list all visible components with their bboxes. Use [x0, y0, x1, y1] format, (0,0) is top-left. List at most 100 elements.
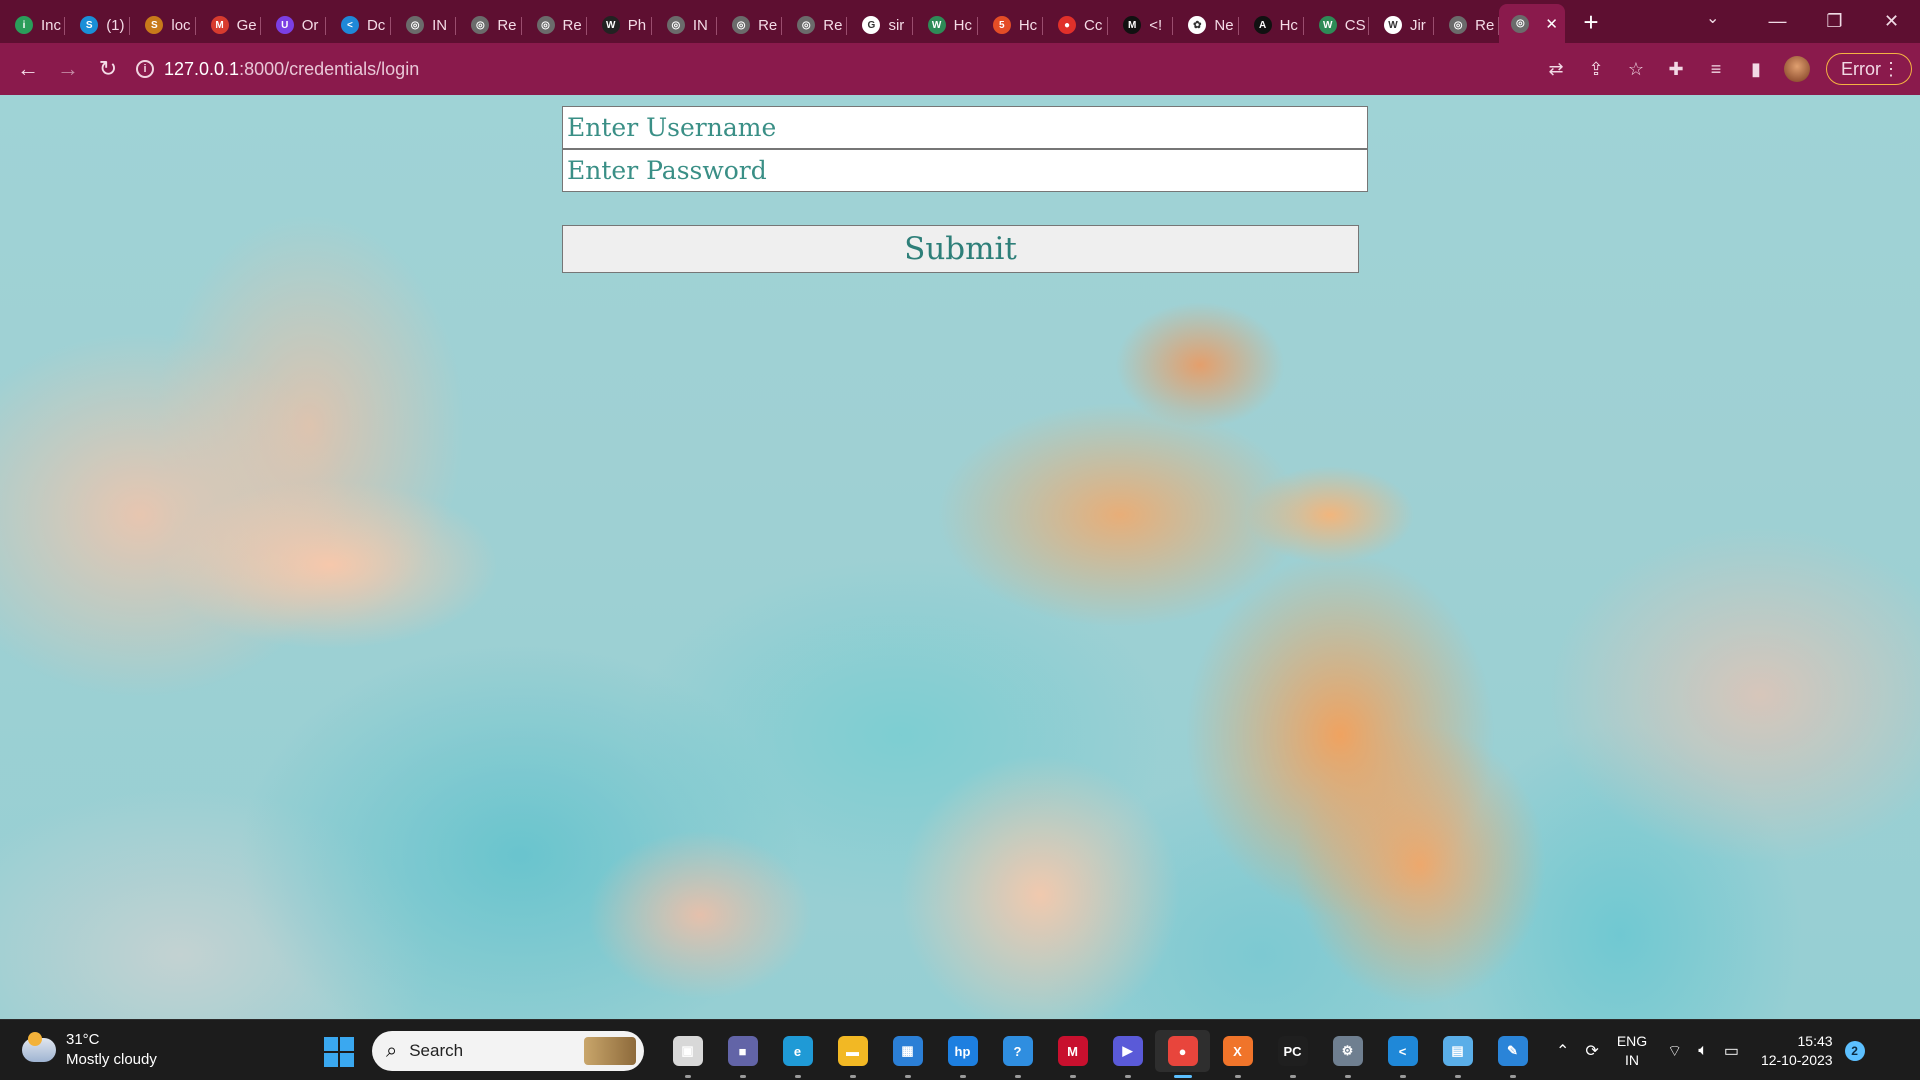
show-hidden-icons[interactable]: ⌃ — [1556, 1041, 1569, 1061]
pycharm-icon: PC — [1277, 1036, 1308, 1066]
address-bar[interactable]: i 127.0.0.1:8000/credentials/login — [136, 51, 1556, 87]
running-indicator — [1069, 1075, 1076, 1078]
tab-label: Re — [758, 16, 778, 34]
language-indicator[interactable]: ENG IN — [1617, 1032, 1647, 1070]
side-panel-icon[interactable]: ▮ — [1736, 59, 1776, 80]
browser-tab[interactable]: ✿ Ne — [1173, 7, 1239, 43]
tab-label: Or — [301, 16, 319, 34]
taskbar-app-file-explorer[interactable]: ▬ — [825, 1030, 880, 1078]
clock[interactable]: 15:43 12-10-2023 — [1761, 1032, 1833, 1070]
volume-icon[interactable]: 🔈︎ — [1698, 1042, 1708, 1060]
globe-icon: ◎ — [471, 16, 490, 34]
browser-tab[interactable]: M <! — [1108, 7, 1174, 43]
clock-time: 15:43 — [1797, 1032, 1833, 1049]
browser-tab[interactable]: i Inc — [0, 7, 66, 43]
error-button[interactable]: Error ⋮ — [1826, 53, 1912, 85]
password-input[interactable]: Enter Password — [562, 149, 1368, 192]
taskbar-app-paint[interactable]: ✎ — [1485, 1030, 1540, 1078]
taskbar-app-task-view[interactable]: ▣ — [660, 1030, 715, 1078]
window-controls: — ❐ ✕ — [1749, 0, 1920, 43]
a-icon: A — [1253, 16, 1272, 34]
browser-tab[interactable]: ◎ IN — [652, 7, 718, 43]
w3-icon: W — [1318, 16, 1337, 34]
taskbar-app-pycharm[interactable]: PC — [1265, 1030, 1320, 1078]
forward-icon[interactable]: → — [48, 56, 88, 82]
xampp-icon: X — [1222, 1036, 1253, 1066]
taskbar-app-xampp[interactable]: X — [1210, 1030, 1265, 1078]
reload-icon[interactable]: ↻ — [88, 56, 128, 82]
url-host: 127.0.0.1 — [164, 58, 240, 79]
bookmark-star-icon[interactable]: ☆ — [1616, 59, 1656, 80]
browser-tab[interactable]: ◎ IN — [391, 7, 457, 43]
weather-widget[interactable]: 31°C Mostly cloudy — [22, 1030, 157, 1070]
taskbar-app-chrome[interactable]: ● — [1155, 1030, 1210, 1078]
taskbar-app-teams[interactable]: ■ — [715, 1030, 770, 1078]
browser-tab[interactable]: Sloc — [130, 7, 196, 43]
minimize-icon[interactable]: — — [1749, 11, 1806, 32]
globe-icon: ◎ — [666, 16, 685, 34]
submit-button[interactable]: Submit — [562, 225, 1359, 273]
google-icon: G — [862, 16, 881, 34]
browser-tab[interactable]: A Hc — [1239, 7, 1304, 43]
gmail-icon: M — [210, 16, 229, 34]
tab-label: Dc — [366, 16, 386, 34]
browser-tab[interactable]: W Ph — [587, 7, 652, 43]
browser-tab[interactable]: ◎ Re — [1434, 7, 1500, 43]
help-icon: ? — [1002, 1036, 1033, 1066]
taskbar-app-myhp[interactable]: hp — [935, 1030, 990, 1078]
translate-icon[interactable]: ⇄ — [1536, 59, 1576, 80]
browser-tab[interactable]: M Ge — [196, 7, 261, 43]
browser-tab[interactable]: < Dc — [326, 7, 392, 43]
browser-tab[interactable]: ● Cc — [1043, 7, 1109, 43]
taskbar-app-network-app[interactable]: ▤ — [1430, 1030, 1485, 1078]
taskbar-app-help[interactable]: ? — [990, 1030, 1045, 1078]
close-window-icon[interactable]: ✕ — [1863, 11, 1920, 32]
search-icon: ⌕ — [386, 1039, 398, 1062]
taskbar-app-store[interactable]: ▦ — [880, 1030, 935, 1078]
browser-tab[interactable]: W CS — [1304, 7, 1369, 43]
tab-label: IN — [432, 16, 448, 34]
taskbar-app-vscode[interactable]: < — [1375, 1030, 1430, 1078]
browser-toolbar: ← → ↻ i 127.0.0.1:8000/credentials/login… — [0, 43, 1920, 95]
taskbar-app-settings[interactable]: ⚙ — [1320, 1030, 1375, 1078]
battery-icon[interactable]: ▭ — [1724, 1041, 1739, 1061]
browser-tab-active[interactable]: ◎ ✕ — [1499, 4, 1566, 43]
sync-icon[interactable]: ⟳ — [1585, 1041, 1598, 1061]
running-indicator — [1124, 1075, 1131, 1078]
browser-tab[interactable]: ◎ Re — [782, 7, 848, 43]
browser-tab[interactable]: U Or — [261, 7, 326, 43]
notification-badge[interactable]: 2 — [1844, 1040, 1865, 1061]
tab-search-icon[interactable]: ⌄ — [1706, 8, 1719, 28]
taskbar-search[interactable]: ⌕ Search — [372, 1031, 644, 1071]
taskbar-app-edge[interactable]: e — [770, 1030, 825, 1078]
error-label: Error — [1841, 58, 1881, 79]
wifi-icon[interactable]: ⌔ — [1667, 1041, 1682, 1061]
close-tab-icon[interactable]: ✕ — [1545, 15, 1558, 33]
browser-tab[interactable]: ◎ Re — [522, 7, 587, 43]
indeed-icon: i — [15, 16, 33, 34]
weather-desc: Mostly cloudy — [66, 1051, 157, 1068]
restore-icon[interactable]: ❐ — [1806, 11, 1863, 32]
taskbar-app-copilot[interactable]: ▶ — [1100, 1030, 1155, 1078]
browser-tab[interactable]: W Jir — [1369, 7, 1435, 43]
tab-label: Hc — [1018, 16, 1038, 34]
share-icon[interactable]: ⇪ — [1576, 59, 1616, 80]
media-queue-icon[interactable]: ≡ — [1696, 59, 1736, 80]
browser-tab[interactable]: ◎ Re — [717, 7, 783, 43]
site-info-icon[interactable]: i — [136, 60, 154, 78]
username-input[interactable]: Enter Username — [562, 106, 1368, 149]
back-icon[interactable]: ← — [8, 56, 48, 82]
taskbar-app-mcafee[interactable]: M — [1045, 1030, 1100, 1078]
extensions-icon[interactable]: ✚ — [1656, 59, 1696, 80]
browser-tab[interactable]: W Hc — [913, 7, 978, 43]
running-indicator — [1399, 1075, 1406, 1078]
cloud-icon — [22, 1032, 56, 1062]
browser-tab[interactable]: ◎ Re — [456, 7, 522, 43]
browser-tab[interactable]: S (1) — [65, 7, 131, 43]
browser-tab[interactable]: Gsir — [847, 7, 913, 43]
profile-avatar[interactable] — [1784, 56, 1810, 82]
browser-tab[interactable]: 5 Hc — [978, 7, 1043, 43]
start-button[interactable] — [324, 1037, 354, 1067]
new-tab-button[interactable]: + — [1583, 7, 1598, 38]
tab-label: IN — [692, 16, 708, 34]
